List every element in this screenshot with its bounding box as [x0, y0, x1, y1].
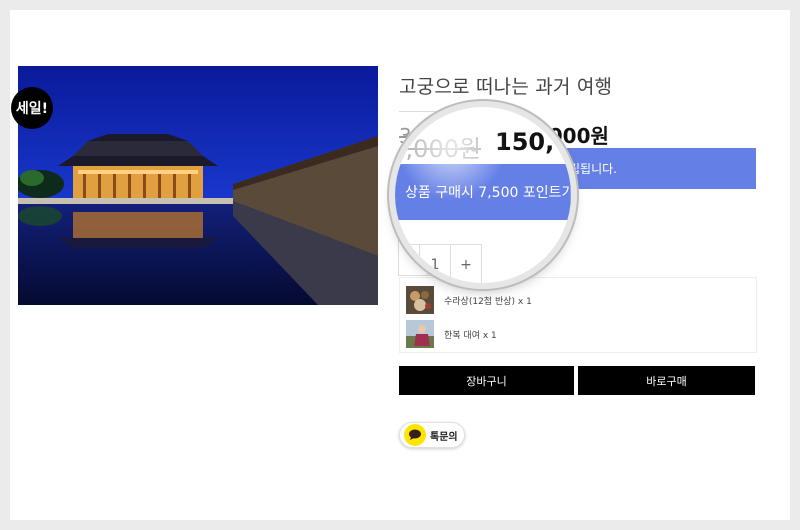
option-list: 수라상(12첩 반상) x 1 한복 대여 x 1 — [399, 277, 757, 353]
option-label: 수라상(12첩 반상) x 1 — [444, 296, 532, 307]
buy-now-button[interactable]: 바로구매 — [578, 366, 755, 395]
magnified-points-notice: 상품 구매시 7,500 포인트가 — [395, 164, 571, 220]
magnified-qty-edge — [395, 244, 420, 283]
option-item: 수라상(12첩 반상) x 1 — [406, 286, 532, 314]
magnifier-lens: 30,000원 150, 상품 구매시 7,500 포인트가 1 + — [395, 107, 571, 283]
magnified-sale-price: 150, — [495, 128, 555, 156]
speech-bubble-icon — [404, 424, 426, 446]
option-item: 한복 대여 x 1 — [406, 320, 497, 348]
food-thumbnail-icon — [406, 286, 434, 314]
magnified-quantity-stepper: 1 + — [395, 244, 482, 283]
hanbok-thumbnail-icon — [406, 320, 434, 348]
magnified-qty-value: 1 — [419, 244, 451, 283]
product-image[interactable] — [18, 66, 378, 305]
add-to-cart-button[interactable]: 장바구니 — [399, 366, 574, 395]
magnified-original-price: 30,000원 — [395, 135, 482, 163]
product-title: 고궁으로 떠나는 과거 여행 — [399, 76, 613, 98]
kakao-talk-inquiry-button[interactable]: 톡문의 — [399, 422, 465, 448]
option-label: 한복 대여 x 1 — [444, 330, 497, 341]
magnified-points-text: 상품 구매시 7,500 포인트가 — [405, 185, 571, 201]
magnified-qty-plus: + — [450, 244, 482, 283]
sale-badge: 세일! — [11, 87, 53, 129]
palace-night-photo — [18, 66, 378, 305]
talk-label: 톡문의 — [430, 431, 458, 443]
